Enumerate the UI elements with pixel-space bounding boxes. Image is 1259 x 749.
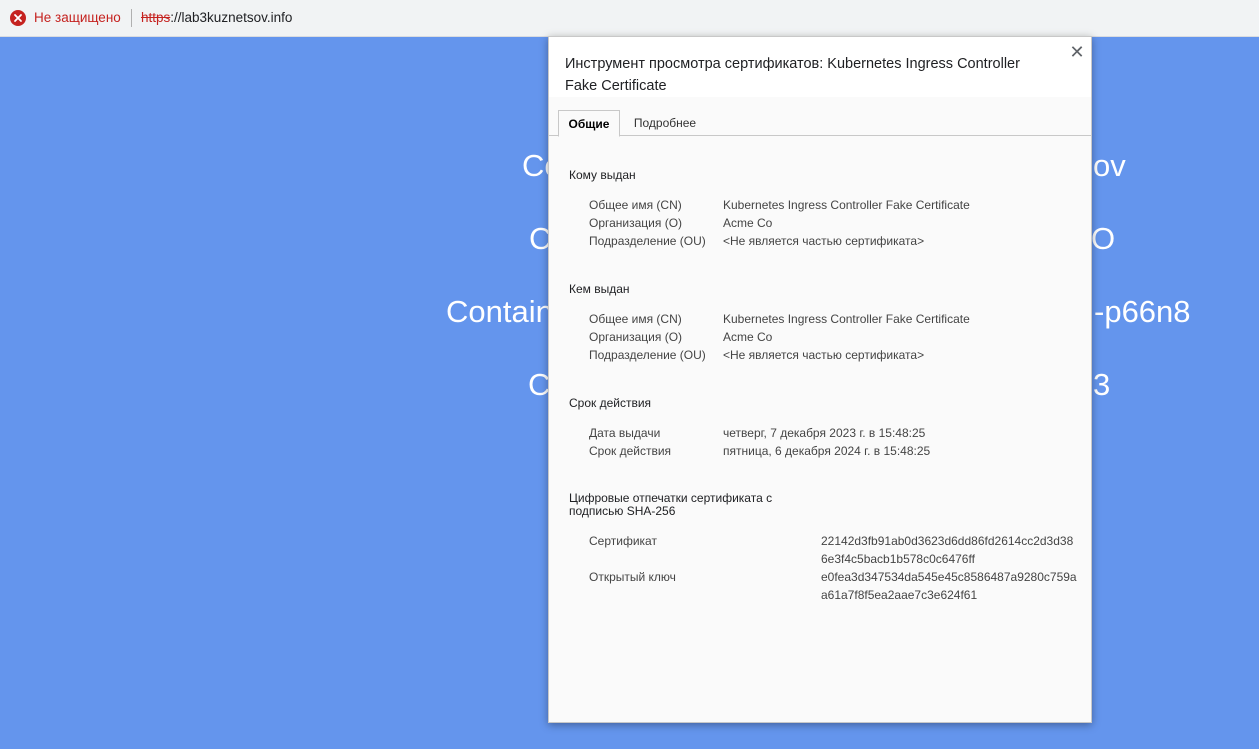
url-scheme: https (141, 10, 171, 25)
tab-details[interactable]: Подробнее (625, 110, 705, 136)
url-host: ://lab3kuznetsov.info (170, 10, 293, 25)
url-field[interactable]: https://lab3kuznetsov.info (141, 10, 292, 26)
address-bar[interactable]: Не защищено https://lab3kuznetsov.info (0, 0, 1259, 37)
issued-by-ou-label: Подразделение (OU) (589, 348, 706, 362)
fingerprints-heading: Цифровые отпечатки сертификата с подпись… (569, 491, 773, 518)
page-text-line-3-right: -p66n8 (1094, 294, 1191, 329)
validity-heading: Срок действия (569, 396, 652, 410)
key-fingerprint-value: e0fea3d347534da545e45c8586487a9280c759aa… (821, 570, 1077, 602)
expiry-date-label: Срок действия (589, 444, 672, 458)
issued-to-ou-label: Подразделение (OU) (589, 234, 706, 248)
issued-to-o-value: Acme Co (723, 216, 773, 230)
certificate-viewer-dialog: Инструмент просмотра сертификатов: Kuber… (548, 36, 1092, 723)
key-fingerprint-label: Открытый ключ (589, 570, 676, 584)
issued-to-heading: Кому выдан (569, 168, 636, 182)
issued-by-cn-label: Общее имя (CN) (589, 312, 682, 326)
close-icon[interactable]: ✕ (1067, 42, 1087, 62)
page-text-line-4-right: 3 (1093, 367, 1111, 402)
page-text-line-1-right: ov (1093, 148, 1126, 183)
issue-date-label: Дата выдачи (589, 426, 661, 440)
tab-bar: Общие Подробнее (549, 110, 1091, 137)
expiry-date-value: пятница, 6 декабря 2024 г. в 15:48:25 (723, 444, 931, 458)
address-divider (131, 9, 132, 27)
issue-date-value: четверг, 7 декабря 2023 г. в 15:48:25 (723, 426, 926, 440)
issued-by-ou-value: <Не является частью сертификата> (723, 348, 925, 362)
not-secure-icon[interactable] (10, 10, 26, 26)
issued-by-heading: Кем выдан (569, 282, 630, 296)
dialog-header: Инструмент просмотра сертификатов: Kuber… (549, 37, 1091, 97)
tab-general[interactable]: Общие (558, 110, 620, 137)
issued-to-o-label: Организация (O) (589, 216, 683, 230)
issued-by-o-label: Организация (O) (589, 330, 683, 344)
issued-by-o-value: Acme Co (723, 330, 773, 344)
page-text-line-2-right: O (1091, 221, 1116, 256)
cert-fingerprint-value: 22142d3fb91ab0d3623d6dd86fd2614cc2d3d386… (821, 534, 1074, 566)
page-text-line-3-left: Contain (446, 294, 553, 329)
issued-to-cn-label: Общее имя (CN) (589, 198, 682, 212)
issued-to-cn-value: Kubernetes Ingress Controller Fake Certi… (723, 198, 970, 212)
issued-to-ou-value: <Не является частью сертификата> (723, 234, 925, 248)
not-secure-label[interactable]: Не защищено (34, 10, 121, 26)
cert-fingerprint-label: Сертификат (589, 534, 657, 548)
dialog-title: Инструмент просмотра сертификатов: Kuber… (565, 56, 1020, 94)
issued-by-cn-value: Kubernetes Ingress Controller Fake Certi… (723, 312, 970, 326)
